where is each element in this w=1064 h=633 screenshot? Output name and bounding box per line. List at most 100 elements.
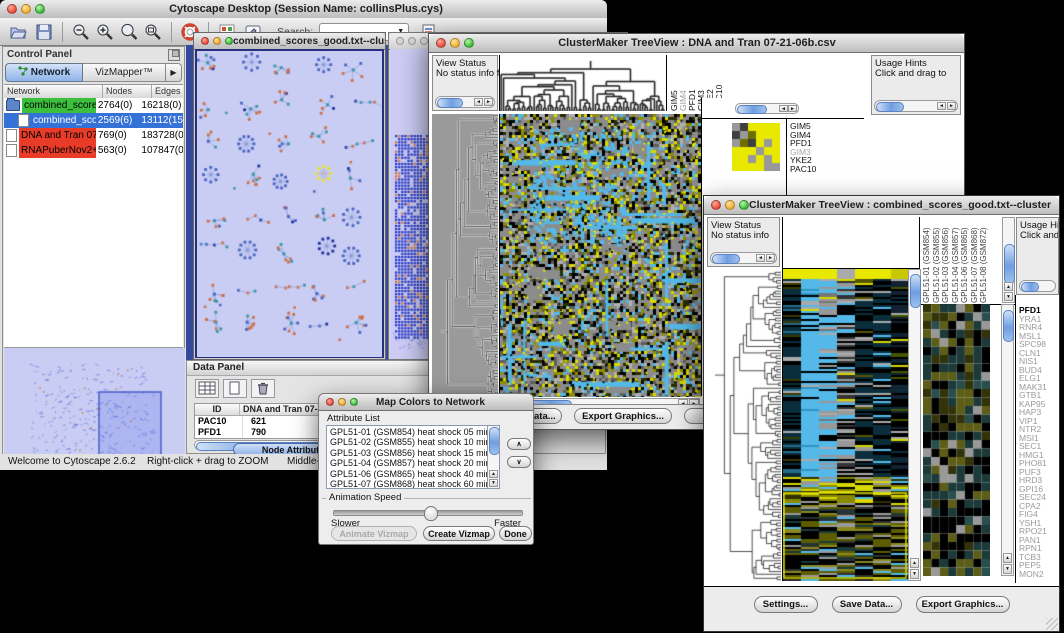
done-button[interactable]: Done <box>499 526 532 541</box>
close-button[interactable] <box>396 37 404 45</box>
delete-attribute-icon[interactable] <box>251 379 275 398</box>
close-button[interactable] <box>711 200 721 210</box>
attribute-list-item[interactable]: GPL51-03 (GSM856) heat shock 15 min <box>327 448 487 458</box>
tv1-row-dendrogram[interactable] <box>432 114 498 397</box>
zoom-button[interactable] <box>35 4 45 14</box>
animation-speed-slider[interactable] <box>333 510 523 516</box>
attribute-list-item[interactable]: GPL51-04 (GSM857) heat shock 20 min <box>327 458 487 468</box>
network-overview-canvas[interactable] <box>4 348 185 461</box>
scroll-left-icon[interactable]: ◄ <box>937 102 946 110</box>
tv2-heatmap-global[interactable] <box>783 269 908 581</box>
col-header-nodes[interactable]: Nodes <box>103 85 152 98</box>
scroll-up-icon[interactable]: ▲ <box>910 558 919 568</box>
cell-id-0[interactable]: PAC10 <box>195 416 243 427</box>
minimize-button[interactable] <box>725 200 735 210</box>
tv1-usage-scrollbar[interactable]: ◄ ► <box>874 100 958 112</box>
tab-network[interactable]: Network <box>5 63 83 82</box>
scroll-down-icon[interactable]: ▼ <box>1003 564 1012 574</box>
save-session-icon[interactable] <box>34 22 54 42</box>
column-label[interactable]: GPL51-06 (GSM865) <box>960 217 970 303</box>
attribute-list-item[interactable]: GPL51-06 (GSM865) heat shock 40 min <box>327 469 487 479</box>
tv1-export-graphics-button[interactable]: Export Graphics... <box>574 408 672 424</box>
minimize-button[interactable] <box>450 38 460 48</box>
column-label[interactable]: GPL51-01 (GSM854) <box>922 217 932 303</box>
zoom-out-icon[interactable] <box>71 22 91 42</box>
attribute-list-item[interactable]: GPL51-01 (GSM854) heat shock 05 min <box>327 427 487 437</box>
close-button[interactable] <box>436 38 446 48</box>
col-header-edges[interactable]: Edges <box>152 85 183 98</box>
open-file-icon[interactable] <box>8 22 28 42</box>
tv1-zoom-scrollbar[interactable]: ◄ ► <box>735 103 799 114</box>
tv2-row-dendrogram[interactable] <box>707 271 781 581</box>
close-button[interactable] <box>7 4 17 14</box>
tv1-zoom-heatmap[interactable] <box>732 123 780 171</box>
tab-vizmapper[interactable]: VizMapper™ <box>83 63 166 82</box>
cell-id-1[interactable]: PFD1 <box>195 427 243 438</box>
column-label[interactable]: GPL51-03 (GSM856) <box>941 217 951 303</box>
scroll-right-icon[interactable]: ► <box>788 105 797 112</box>
close-button[interactable] <box>201 37 209 45</box>
close-button[interactable] <box>326 398 334 406</box>
network-table-row[interactable]: combined_sco2569(6)13112(15) <box>4 113 183 128</box>
scroll-right-icon[interactable]: ► <box>766 254 775 262</box>
column-label[interactable]: GPL51-07 (GSM868) <box>970 217 980 303</box>
network-table-row[interactable]: combined_scores2764(0)16218(0) <box>4 98 183 113</box>
gene-label[interactable]: MON2 <box>1019 570 1059 579</box>
zoom-in-icon[interactable] <box>95 22 115 42</box>
tv2-zoom-heatmap[interactable] <box>923 304 990 576</box>
attribute-listbox[interactable]: GPL51-01 (GSM854) heat shock 05 minGPL51… <box>326 425 500 489</box>
float-panel-icon[interactable] <box>168 49 180 61</box>
tv2-heatmap-vscrollbar[interactable]: ▲ ▼ <box>908 269 921 581</box>
dialog-titlebar[interactable]: Map Colors to Network <box>319 394 533 411</box>
scroll-left-icon[interactable]: ◄ <box>756 254 765 262</box>
column-label[interactable]: GPL51-08 (GSM872) <box>979 217 989 303</box>
scroll-down-icon[interactable]: ▼ <box>1004 292 1013 301</box>
network1-titlebar[interactable]: combined_scores_good.txt--cluste... <box>194 33 385 50</box>
move-down-button[interactable]: ∨ <box>507 456 531 468</box>
zoom-button[interactable] <box>225 37 233 45</box>
tv2-export-graphics-button[interactable]: Export Graphics... <box>916 596 1010 613</box>
tv1-column-dendrogram[interactable] <box>500 55 665 111</box>
attribute-list-item[interactable]: GPL51-07 (GSM868) heat shock 60 min <box>327 479 487 489</box>
scroll-down-icon[interactable]: ▼ <box>489 479 498 487</box>
scroll-left-icon[interactable]: ◄ <box>779 105 788 112</box>
attribute-list-item[interactable]: GPL51-02 (GSM855) heat shock 10 min <box>327 437 487 447</box>
minimize-button[interactable] <box>213 37 221 45</box>
zoom-button[interactable] <box>350 398 358 406</box>
tv1-titlebar[interactable]: ClusterMaker TreeView : DNA and Tran 07-… <box>429 34 964 53</box>
main-titlebar[interactable]: Cytoscape Desktop (Session Name: collins… <box>0 0 607 19</box>
column-label[interactable]: GPL51-02 (GSM855) <box>932 217 942 303</box>
tv2-status-scrollbar[interactable]: ◄ ► <box>710 252 777 264</box>
create-vizmap-button[interactable]: Create Vizmap <box>423 526 495 541</box>
animate-vizmap-button[interactable]: Animate Vizmap <box>331 526 417 541</box>
column-label[interactable]: GIM4 <box>679 55 688 111</box>
attribute-list-vscrollbar[interactable]: ▲ ▼ <box>487 426 499 488</box>
zoom-fit-icon[interactable] <box>143 22 163 42</box>
tv2-zoom-vscrollbar[interactable]: ▲ ▼ <box>1001 304 1014 576</box>
network-table-row[interactable]: DNA and Tran 07769(0)183728(0) <box>4 128 183 143</box>
tv1-heatmap-global[interactable] <box>500 114 701 397</box>
tv2-columns-vscrollbar[interactable]: ▲ ▼ <box>1002 217 1015 303</box>
datacol-id[interactable]: ID <box>195 404 240 415</box>
zoom-button[interactable] <box>420 37 428 45</box>
scroll-left-icon[interactable]: ◄ <box>474 98 483 106</box>
move-up-button[interactable]: ∧ <box>507 438 531 450</box>
scroll-right-icon[interactable]: ► <box>947 102 956 110</box>
minimize-button[interactable] <box>408 37 416 45</box>
scroll-right-icon[interactable]: ► <box>484 98 493 106</box>
new-attribute-icon[interactable] <box>223 379 247 398</box>
tv2-save-data-button[interactable]: Save Data... <box>832 596 902 613</box>
tab-overflow[interactable]: ▶ <box>166 63 182 82</box>
scroll-up-icon[interactable]: ▲ <box>1004 282 1013 291</box>
tv2-titlebar[interactable]: ClusterMaker TreeView : combined_scores_… <box>704 196 1059 215</box>
zoom-selected-icon[interactable] <box>119 22 139 42</box>
tv2-usage-scrollbar[interactable] <box>1019 280 1056 292</box>
scroll-up-icon[interactable]: ▲ <box>1003 553 1012 563</box>
network-table-row[interactable]: RNAPuberNov2+563(0)107847(0) <box>4 143 183 158</box>
col-header-network[interactable]: Network <box>4 85 103 98</box>
tv2-column-dendrogram-area[interactable] <box>782 217 919 270</box>
resize-grip[interactable] <box>1046 618 1058 630</box>
scroll-up-icon[interactable]: ▲ <box>489 470 498 478</box>
tv2-settings-button[interactable]: Settings... <box>754 596 818 613</box>
gene-label[interactable]: PAC10 <box>790 165 816 174</box>
